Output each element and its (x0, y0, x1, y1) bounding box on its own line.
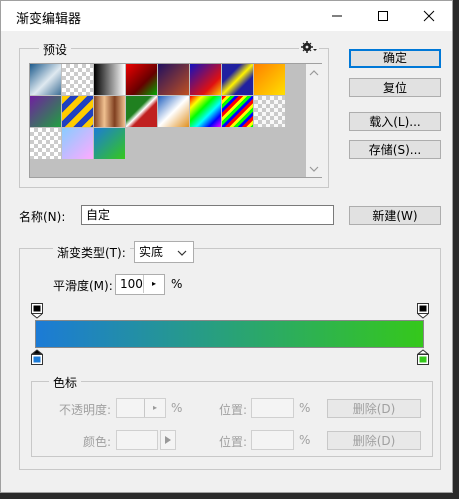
scroll-arrows-icon (309, 70, 319, 172)
color-label: 颜色: (83, 435, 112, 449)
load-button[interactable]: 载入(L)... (349, 112, 441, 131)
preset-swatch[interactable] (190, 96, 221, 127)
presets-grid (29, 63, 322, 178)
gradient-preview-bar[interactable] (35, 320, 424, 348)
window-title: 渐变编辑器 (16, 12, 82, 27)
ok-button[interactable]: 确定 (349, 49, 441, 68)
maximize-button[interactable] (360, 1, 406, 31)
minimize-icon (332, 15, 342, 17)
opacity-dropdown-button[interactable]: ▸ (144, 399, 165, 417)
color-location-label: 位置: (219, 435, 248, 449)
color-swatch-input[interactable] (116, 430, 158, 450)
preset-swatch[interactable] (30, 64, 61, 95)
preset-swatch[interactable] (62, 96, 93, 127)
gradient-type-label: 渐变类型(T): (53, 244, 130, 261)
presets-menu-button[interactable] (299, 41, 319, 56)
preset-swatch[interactable] (62, 128, 93, 159)
color-stop-icon (30, 349, 44, 365)
chevron-down-icon (177, 250, 187, 256)
close-button[interactable] (406, 1, 452, 31)
preset-swatch[interactable] (190, 64, 221, 95)
reset-button[interactable]: 复位 (349, 78, 441, 97)
preset-swatch[interactable] (94, 64, 125, 95)
title-bar: 渐变编辑器 (1, 1, 452, 31)
preset-swatch[interactable] (158, 96, 189, 127)
preset-swatch[interactable] (158, 64, 189, 95)
preset-swatch[interactable] (254, 96, 285, 127)
color-delete-button[interactable]: 删除(D) (327, 431, 421, 450)
opacity-input[interactable]: ▸ (116, 398, 166, 418)
presets-label: 预设 (39, 41, 72, 58)
smoothness-dropdown-button[interactable]: ▸ (143, 275, 164, 293)
smoothness-unit: % (171, 277, 183, 291)
preset-swatch[interactable] (94, 128, 125, 159)
minimize-button[interactable] (314, 1, 360, 31)
preset-swatch[interactable] (126, 96, 157, 127)
color-dropdown-button[interactable] (160, 430, 176, 450)
preset-swatch[interactable] (94, 96, 125, 127)
opacity-location-label: 位置: (219, 403, 248, 417)
color-stop-left[interactable] (30, 349, 44, 369)
smoothness-input[interactable]: 100 ▸ (115, 274, 165, 295)
name-input[interactable]: 自定 (81, 205, 334, 225)
opacity-delete-button[interactable]: 删除(D) (327, 399, 421, 418)
opacity-stop-icon (417, 303, 429, 319)
gradient-editor-window: 渐变编辑器 预设 确定 复位 载入(L)... 存储(S)... 名称(N): … (0, 0, 453, 493)
gradient-type-select[interactable]: 实底 (134, 241, 194, 263)
color-stop-right[interactable] (416, 349, 430, 369)
close-icon (423, 10, 435, 22)
preset-swatch[interactable] (126, 64, 157, 95)
opacity-location-unit: % (299, 401, 311, 415)
smoothness-label: 平滑度(M): (53, 279, 113, 293)
name-label: 名称(N): (19, 210, 66, 224)
preset-swatch[interactable] (222, 64, 253, 95)
opacity-location-input[interactable] (251, 398, 294, 418)
gradient-type-value: 实底 (139, 245, 164, 259)
preset-swatch[interactable] (30, 128, 61, 159)
presets-scrollbar[interactable] (306, 64, 322, 177)
preset-swatch[interactable] (62, 64, 93, 95)
color-location-unit: % (299, 433, 311, 447)
caret-right-icon (165, 436, 171, 444)
color-stops-label: 色标 (49, 374, 82, 391)
gear-icon (301, 41, 317, 53)
save-button[interactable]: 存储(S)... (349, 140, 441, 159)
preset-swatch[interactable] (30, 96, 61, 127)
maximize-icon (378, 11, 388, 21)
preset-swatch[interactable] (254, 64, 285, 95)
smoothness-value: 100 (120, 277, 143, 291)
new-button[interactable]: 新建(W) (349, 206, 441, 225)
color-stop-icon (416, 349, 430, 365)
color-location-input[interactable] (251, 430, 294, 450)
preset-swatch[interactable] (222, 96, 253, 127)
opacity-unit: % (171, 401, 183, 415)
opacity-label: 不透明度: (59, 403, 112, 417)
opacity-stop-icon (31, 303, 43, 319)
